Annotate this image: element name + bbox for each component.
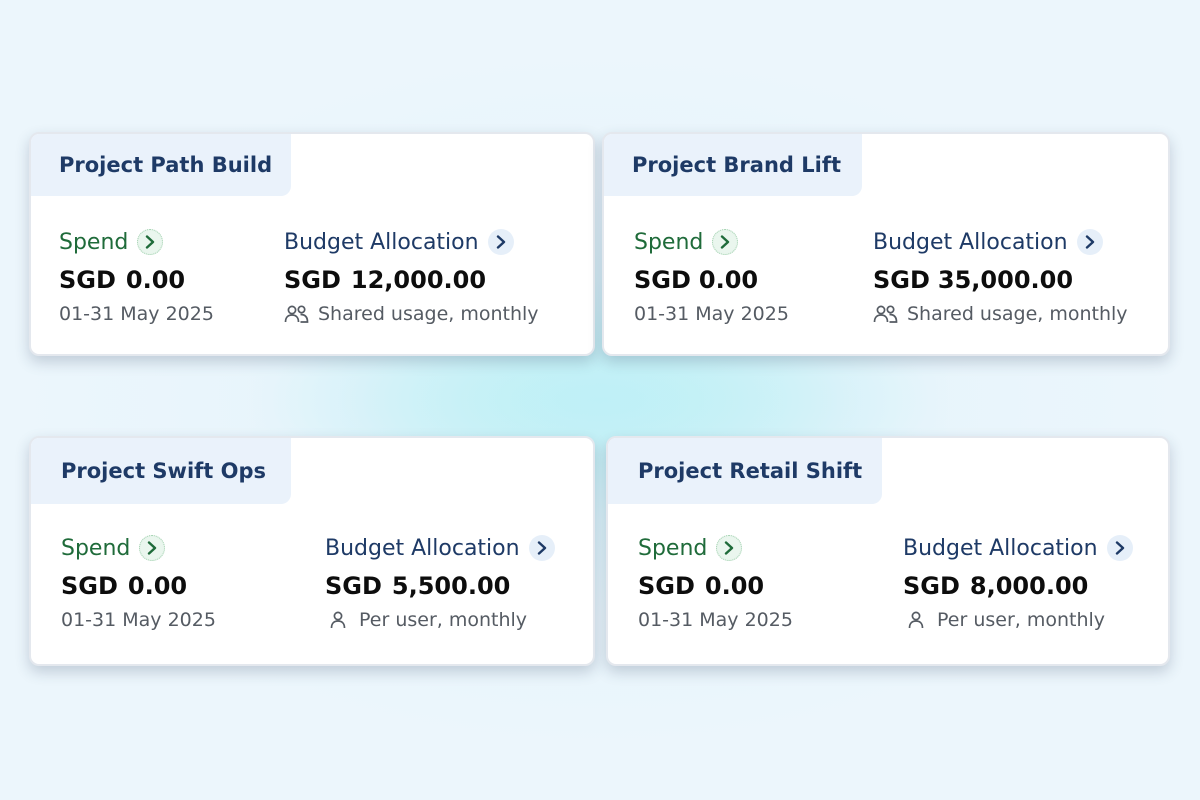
spend-label: Spend [61, 535, 131, 561]
budget-section: Budget Allocation SGD 12,000.00 Shared us… [284, 227, 539, 328]
spend-value: 0.00 [125, 266, 186, 294]
spend-amount: SGD 0.00 [59, 264, 214, 296]
project-title: Project Retail Shift [608, 438, 882, 504]
budget-currency: SGD [873, 266, 930, 294]
spend-section: Spend SGD 0.00 01-31 May 2025 [61, 533, 216, 634]
project-card: Project Retail Shift Spend SGD 0.00 01-31… [606, 436, 1170, 666]
project-card: Project Swift Ops Spend SGD 0.00 01-31 Ma… [29, 436, 595, 666]
project-title: Project Swift Ops [31, 438, 291, 504]
budget-allocation-label: Budget Allocation [284, 229, 479, 255]
spend-period: 01-31 May 2025 [638, 609, 793, 631]
budget-value: 12,000.00 [350, 266, 487, 294]
spend-label: Spend [59, 229, 129, 255]
user-icon [325, 609, 351, 631]
chevron-right-icon[interactable] [716, 535, 743, 561]
spend-section: Spend SGD 0.00 01-31 May 2025 [638, 533, 793, 634]
spend-section: Spend SGD 0.00 01-31 May 2025 [634, 227, 789, 328]
spend-currency: SGD [61, 572, 118, 600]
budget-allocation-link[interactable]: Budget Allocation [903, 533, 1133, 563]
budget-amount: SGD 35,000.00 [873, 264, 1128, 296]
spend-label: Spend [634, 229, 704, 255]
budget-usage: Per user, monthly [903, 606, 1133, 634]
budget-allocation-label: Budget Allocation [903, 535, 1098, 561]
users-icon [873, 303, 899, 325]
budget-section: Budget Allocation SGD 8,000.00 Per user, … [903, 533, 1133, 634]
chevron-right-icon[interactable] [1106, 535, 1133, 561]
budget-amount: SGD 12,000.00 [284, 264, 539, 296]
background-glow [0, 0, 1200, 800]
spend-amount: SGD 0.00 [61, 570, 216, 602]
budget-value: 5,500.00 [391, 572, 511, 600]
spend-amount: SGD 0.00 [634, 264, 789, 296]
budget-currency: SGD [284, 266, 341, 294]
budget-allocation-link[interactable]: Budget Allocation [284, 227, 539, 257]
budget-allocation-label: Budget Allocation [325, 535, 520, 561]
spend-currency: SGD [59, 266, 116, 294]
budget-usage-text: Per user, monthly [937, 609, 1106, 631]
project-title: Project Brand Lift [604, 134, 862, 196]
budget-usage: Shared usage, monthly [284, 300, 539, 328]
budget-value: 35,000.00 [937, 266, 1074, 294]
budget-allocation-label: Budget Allocation [873, 229, 1068, 255]
user-icon [903, 609, 929, 631]
spend-period: 01-31 May 2025 [61, 609, 216, 631]
project-title: Project Path Build [31, 134, 291, 196]
spend-section: Spend SGD 0.00 01-31 May 2025 [59, 227, 214, 328]
budget-amount: SGD 8,000.00 [903, 570, 1133, 602]
chevron-right-icon[interactable] [487, 229, 514, 255]
spend-link[interactable]: Spend [61, 533, 216, 563]
budget-currency: SGD [903, 572, 960, 600]
budget-usage: Per user, monthly [325, 606, 555, 634]
spend-currency: SGD [634, 266, 691, 294]
users-icon [284, 303, 310, 325]
budget-section: Budget Allocation SGD 5,500.00 Per user, … [325, 533, 555, 634]
project-card: Project Path Build Spend SGD 0.00 01-31 M… [29, 132, 595, 356]
budget-usage: Shared usage, monthly [873, 300, 1128, 328]
spend-link[interactable]: Spend [634, 227, 789, 257]
project-card: Project Brand Lift Spend SGD 0.00 01-31 M… [602, 132, 1170, 356]
spend-value: 0.00 [127, 572, 188, 600]
chevron-right-icon[interactable] [712, 229, 739, 255]
budget-amount: SGD 5,500.00 [325, 570, 555, 602]
spend-period: 01-31 May 2025 [634, 303, 789, 325]
spend-amount: SGD 0.00 [638, 570, 793, 602]
spend-value: 0.00 [704, 572, 765, 600]
chevron-right-icon[interactable] [528, 535, 555, 561]
spend-value: 0.00 [698, 266, 759, 294]
spend-link[interactable]: Spend [638, 533, 793, 563]
budget-allocation-link[interactable]: Budget Allocation [873, 227, 1128, 257]
spend-period: 01-31 May 2025 [59, 303, 214, 325]
budget-section: Budget Allocation SGD 35,000.00 Shared us… [873, 227, 1128, 328]
chevron-right-icon[interactable] [1076, 229, 1103, 255]
spend-label: Spend [638, 535, 708, 561]
chevron-right-icon[interactable] [139, 535, 166, 561]
spend-link[interactable]: Spend [59, 227, 214, 257]
budget-usage-text: Shared usage, monthly [907, 303, 1128, 325]
spend-currency: SGD [638, 572, 695, 600]
budget-usage-text: Per user, monthly [359, 609, 528, 631]
chevron-right-icon[interactable] [137, 229, 164, 255]
budget-allocation-link[interactable]: Budget Allocation [325, 533, 555, 563]
budget-usage-text: Shared usage, monthly [318, 303, 539, 325]
budget-value: 8,000.00 [969, 572, 1089, 600]
budget-currency: SGD [325, 572, 382, 600]
